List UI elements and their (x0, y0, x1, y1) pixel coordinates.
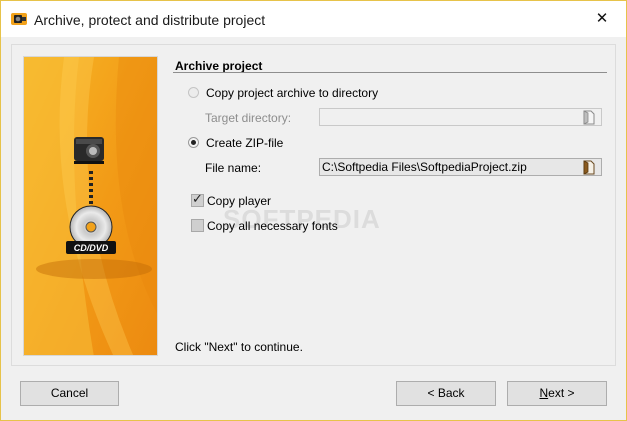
banner-image: CD/DVD (23, 56, 158, 356)
next-button-mnemonic: N (539, 386, 549, 400)
section-divider (173, 72, 607, 73)
section-title: Archive project (175, 59, 263, 73)
back-button[interactable]: < Back (396, 381, 496, 406)
copy-player-checkbox[interactable] (191, 192, 204, 207)
file-name-label: File name: (205, 161, 262, 175)
create-zip-radio[interactable] (188, 137, 199, 148)
browse-folder-icon[interactable] (581, 109, 597, 125)
archive-directory-label[interactable]: Copy project archive to directory (206, 86, 378, 100)
next-button[interactable]: Next > (507, 381, 607, 406)
browse-file-icon[interactable] (581, 159, 597, 175)
file-name-input[interactable]: C:\Softpedia Files\SoftpediaProject.zip (319, 158, 602, 176)
copy-fonts-label[interactable]: Copy all necessary fonts (207, 219, 338, 233)
target-directory-field[interactable] (319, 108, 602, 126)
cancel-button[interactable]: Cancel (20, 381, 119, 406)
app-icon (11, 13, 27, 25)
copy-fonts-checkbox[interactable] (191, 219, 204, 232)
next-button-label: ext > (548, 386, 575, 400)
close-icon[interactable]: ✕ (591, 9, 613, 29)
projector-icon (74, 137, 104, 164)
create-zip-label[interactable]: Create ZIP-file (206, 136, 283, 150)
window-title: Archive, protect and distribute project (34, 12, 266, 28)
dialog-window: Archive, protect and distribute project … (0, 0, 627, 421)
title-bar[interactable]: Archive, protect and distribute project … (1, 1, 626, 37)
instruction-text: Click "Next" to continue. (175, 340, 303, 354)
banner-illustration: CD/DVD (24, 57, 157, 355)
disc-label: CD/DVD (74, 243, 109, 253)
target-directory-label: Target directory: (205, 111, 292, 125)
archive-directory-radio[interactable] (188, 87, 199, 98)
